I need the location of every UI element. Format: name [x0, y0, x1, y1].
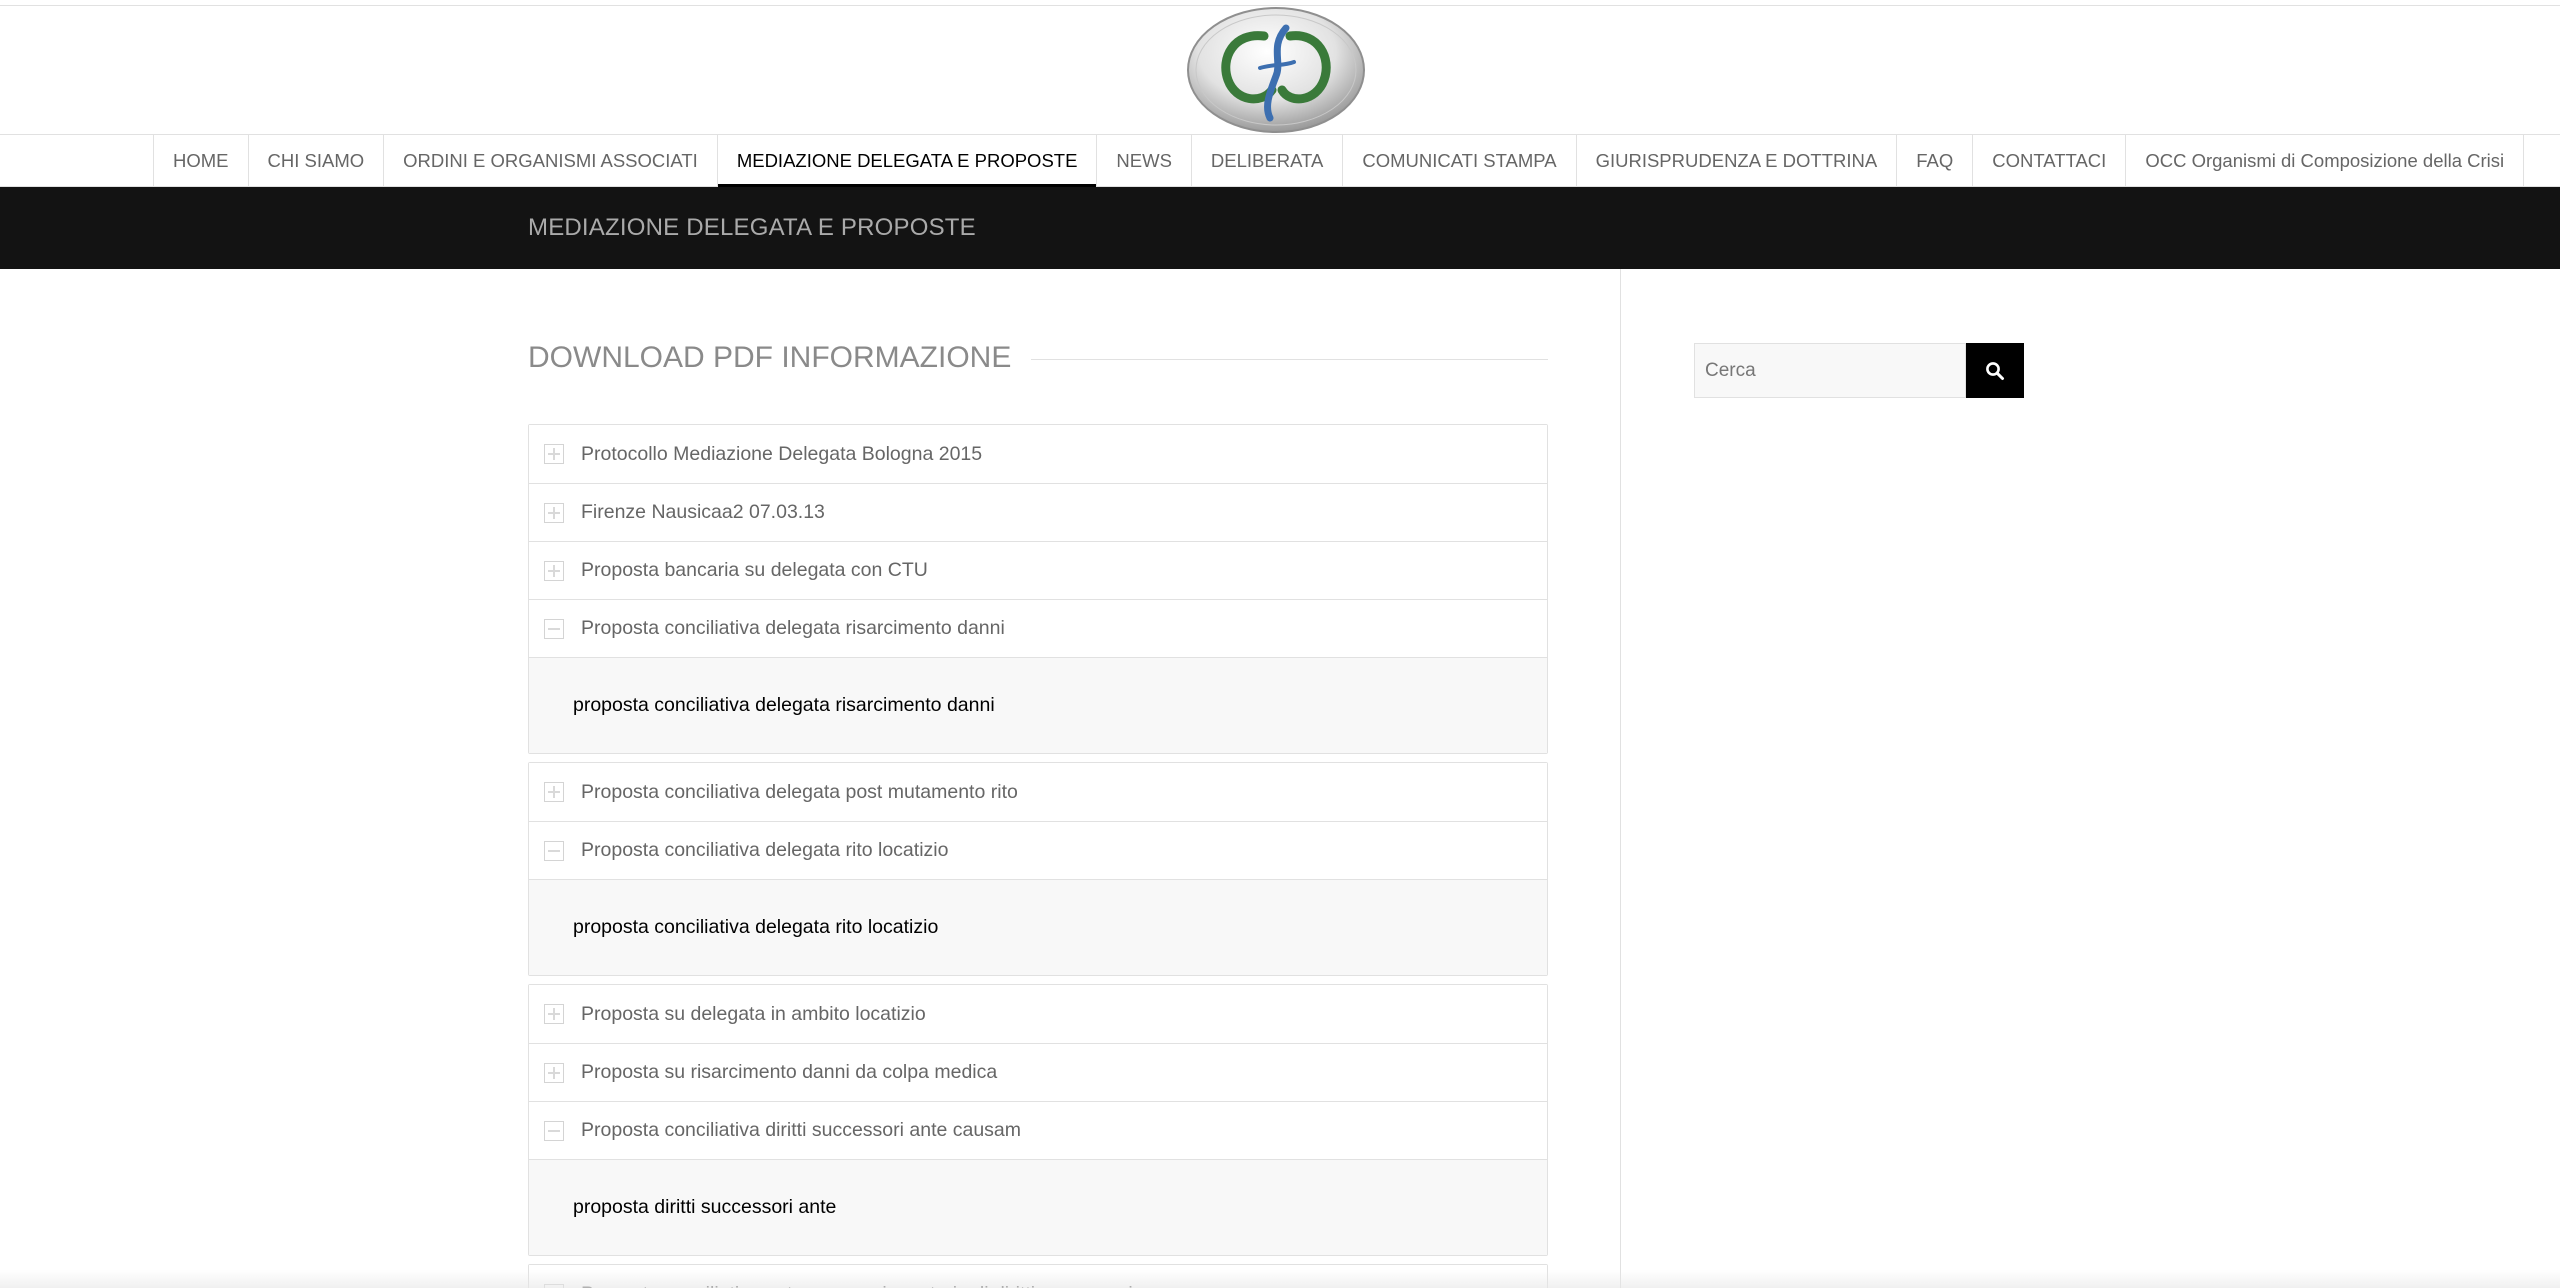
accordion-toggle[interactable]: Proposta conciliativa delegata risarcime…	[529, 599, 1547, 657]
accordion-toggle[interactable]: Proposta su risarcimento danni da colpa …	[529, 1043, 1547, 1101]
section-heading: DOWNLOAD PDF INFORMAZIONE	[528, 336, 1548, 380]
accordion-panel: proposta diritti successori ante	[529, 1159, 1547, 1255]
plus-icon	[544, 502, 564, 523]
minus-icon	[544, 1120, 564, 1141]
accordion-toggle-label: Proposta conciliativa delegata rito loca…	[581, 839, 949, 861]
main-navigation: HOME CHI SIAMO ORDINI E ORGANISMI ASSOCIAT…	[0, 134, 2560, 187]
section-heading-text: DOWNLOAD PDF INFORMAZIONE	[528, 336, 1032, 380]
accordion-toggle[interactable]: Protocollo Mediazione Delegata Bologna 2…	[529, 425, 1547, 483]
page-title-bar: MEDIAZIONE DELEGATA E PROPOSTE	[0, 187, 2560, 269]
pdf-accordion: Protocollo Mediazione Delegata Bologna 2…	[528, 424, 1548, 1288]
nav-item-mediazione-delegata-e-proposte[interactable]: MEDIAZIONE DELEGATA E PROPOSTE	[717, 135, 1098, 187]
nav-item-news[interactable]: NEWS	[1097, 135, 1192, 186]
accordion-panel: proposta conciliativa delegata risarcime…	[529, 657, 1547, 753]
plus-icon	[544, 782, 564, 802]
plus-icon	[544, 560, 564, 581]
accordion-toggle[interactable]: Proposta conciliativa delegata post muta…	[529, 763, 1547, 821]
accordion-panel: proposta conciliativa delegata rito loca…	[529, 879, 1547, 975]
plus-icon	[544, 1284, 564, 1288]
accordion-group: Protocollo Mediazione Delegata Bologna 2…	[528, 424, 1548, 754]
accordion-panel-link[interactable]: proposta conciliativa delegata rito loca…	[573, 916, 938, 939]
accordion-panel-link[interactable]: proposta diritti successori ante	[573, 1196, 836, 1219]
accordion-toggle-label: Proposta conciliativa diritti successori…	[581, 1119, 1022, 1141]
minus-icon	[544, 618, 564, 639]
accordion-toggle-label: Proposta bancaria su delegata con CTU	[581, 559, 928, 581]
accordion-toggle[interactable]: Proposta bancaria su delegata con CTU	[529, 541, 1547, 599]
minus-icon	[544, 840, 564, 861]
accordion-toggle-label: Proposta conciliativa delegata risarcime…	[581, 617, 1005, 639]
nav-item-occ-organismi-di-composizione-della-crisi[interactable]: OCC Organismi di Composizione della Cris…	[2126, 135, 2525, 186]
nav-item-faq[interactable]: FAQ	[1897, 135, 1974, 186]
search-input[interactable]	[1694, 343, 1966, 398]
site-logo[interactable]	[1186, 6, 1366, 134]
nav-item-chi-siamo[interactable]: CHI SIAMO	[249, 135, 385, 186]
accordion-group: Proposta conciliativa delegata post muta…	[528, 762, 1548, 976]
nav-item-giurisprudenza-e-dottrina[interactable]: GIURISPRUDENZA E DOTTRINA	[1577, 135, 1898, 186]
accordion-toggle-label: Proposta conciliativa ante causam in mat…	[581, 1283, 1133, 1288]
nav-menu: HOME CHI SIAMO ORDINI E ORGANISMI ASSOCIAT…	[153, 135, 2525, 187]
sidebar-divider	[1620, 269, 1621, 1288]
accordion-toggle-label: Proposta su risarcimento danni da colpa …	[581, 1061, 998, 1083]
plus-icon	[544, 444, 564, 464]
accordion-toggle-label: Protocollo Mediazione Delegata Bologna 2…	[581, 442, 983, 465]
nav-item-comunicati-stampa[interactable]: COMUNICATI STAMPA	[1343, 135, 1577, 186]
logo-icon	[1187, 7, 1365, 133]
accordion-toggle[interactable]: Proposta conciliativa diritti successori…	[529, 1101, 1547, 1159]
accordion-toggle[interactable]: Proposta conciliativa delegata rito loca…	[529, 821, 1547, 879]
plus-icon	[544, 1062, 564, 1083]
accordion-group: Proposta conciliativa ante causam in mat…	[528, 1264, 1548, 1288]
search-button[interactable]	[1966, 343, 2024, 398]
accordion-group: Proposta su delegata in ambito locatizio…	[528, 984, 1548, 1256]
accordion-toggle-label: Firenze Nausicaa2 07.03.13	[581, 501, 825, 523]
nav-item-ordini-e-organismi-associati[interactable]: ORDINI E ORGANISMI ASSOCIATI	[384, 135, 718, 186]
plus-icon	[544, 1004, 564, 1024]
accordion-toggle-label: Proposta su delegata in ambito locatizio	[581, 1002, 926, 1025]
accordion-toggle-label: Proposta conciliativa delegata post muta…	[581, 780, 1018, 803]
nav-item-deliberata[interactable]: DELIBERATA	[1192, 135, 1344, 186]
nav-item-home[interactable]: HOME	[154, 135, 249, 186]
page-title: MEDIAZIONE DELEGATA E PROPOSTE	[528, 214, 976, 241]
accordion-toggle[interactable]: Firenze Nausicaa2 07.03.13	[529, 483, 1547, 541]
search-icon	[1986, 361, 2004, 380]
nav-item-contattaci[interactable]: CONTATTACI	[1973, 135, 2127, 186]
accordion-toggle[interactable]: Proposta conciliativa ante causam in mat…	[529, 1265, 1547, 1288]
search-form	[1694, 343, 2024, 398]
accordion-toggle[interactable]: Proposta su delegata in ambito locatizio	[529, 985, 1547, 1043]
accordion-panel-link[interactable]: proposta conciliativa delegata risarcime…	[573, 694, 995, 717]
